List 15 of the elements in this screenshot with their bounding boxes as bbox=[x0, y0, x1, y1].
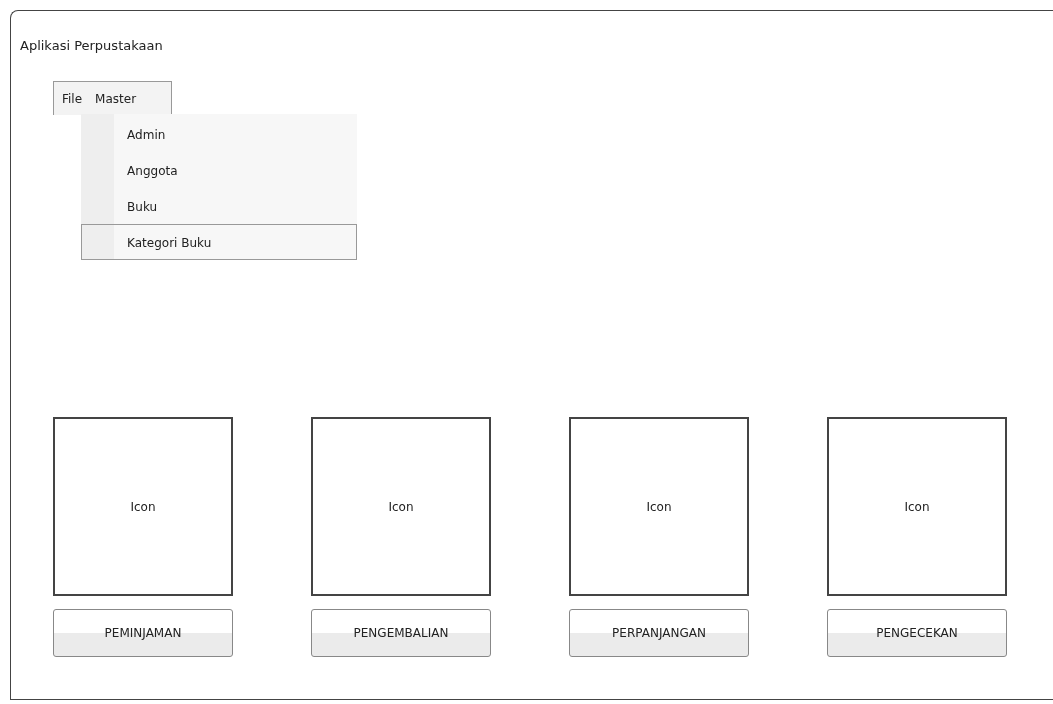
menu-option[interactable]: Anggota bbox=[81, 151, 358, 188]
menu-option[interactable]: Kategori Buku bbox=[81, 223, 358, 260]
placeholder-label: Icon bbox=[646, 499, 672, 514]
menu-button[interactable]: PENGECEKAN bbox=[827, 609, 1007, 657]
placeholder-label: Icon bbox=[904, 499, 930, 514]
placeholder-label: Icon bbox=[388, 499, 414, 514]
menu-item[interactable]: File bbox=[57, 89, 88, 108]
menu-item[interactable]: Master bbox=[90, 89, 142, 108]
placeholder-label: Icon bbox=[130, 499, 156, 514]
menu-option[interactable]: Buku bbox=[81, 187, 358, 224]
menu-option[interactable]: Admin bbox=[81, 115, 358, 152]
menu-button[interactable]: PERPANJANGAN bbox=[569, 609, 749, 657]
menu-button[interactable]: PEMINJAMAN bbox=[53, 609, 233, 657]
window-title: Aplikasi Perpustakaan bbox=[20, 38, 163, 54]
menu-button[interactable]: PENGEMBALIAN bbox=[311, 609, 491, 657]
